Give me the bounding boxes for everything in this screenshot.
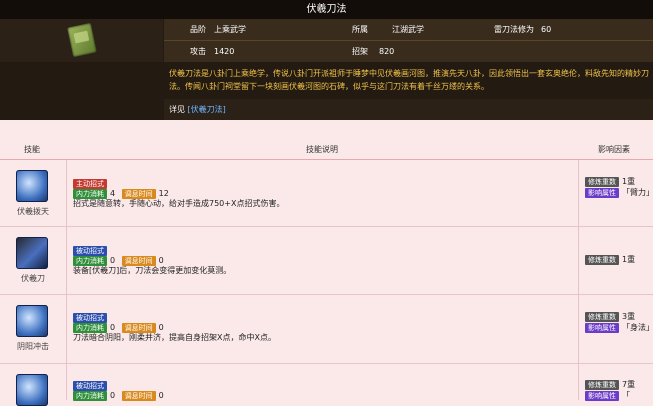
skill-icon-col: 伏羲刀 bbox=[0, 227, 67, 294]
skill-icon[interactable] bbox=[16, 237, 48, 269]
skill-name[interactable]: 阴阳冲击 bbox=[0, 341, 66, 352]
skill-header-panel: 伏羲刀法 品阶 上乘武学 所属 江湖武学 雷刀法修为 60 攻击 1420 招架… bbox=[0, 0, 653, 120]
skill-name[interactable]: 伏羲拨天 bbox=[0, 206, 66, 217]
skill-icon[interactable] bbox=[16, 374, 48, 406]
skill-desc-col: 被动招式 内力消耗 0 调息时间 0 装备[伏羲刀]后，刀法会变得更加变化莫测。 bbox=[67, 227, 577, 294]
factor-tag: 修炼重数 bbox=[585, 311, 619, 322]
cd-value: 0 bbox=[158, 323, 164, 332]
factor-value: 「身法」 bbox=[622, 323, 653, 332]
info-row-2: 攻击 1420 招架 820 bbox=[164, 41, 653, 62]
type-tag: 主动招式 bbox=[73, 178, 107, 189]
factor-value: 1重 bbox=[622, 177, 636, 186]
detail-row: 详见 [伏羲刀法] bbox=[164, 99, 653, 120]
skill-effect-text: 刀法暗合阴阳，刚柔并济，提高自身招架X点，命中X点。 bbox=[73, 333, 276, 342]
inner-tag: 内力消耗 bbox=[73, 390, 107, 401]
parry-value: 820 bbox=[379, 47, 395, 56]
detail-label: 详见 bbox=[169, 105, 185, 114]
school-label: 所属 bbox=[352, 25, 368, 34]
cd-value: 0 bbox=[158, 256, 164, 265]
skill-icon-col bbox=[0, 364, 67, 406]
inner-tag: 内力消耗 bbox=[73, 322, 107, 333]
factor-tag: 修炼重数 bbox=[585, 379, 619, 390]
skill-effect-text: 装备[伏羲刀]后，刀法会变得更加变化莫测。 bbox=[73, 266, 232, 275]
col-factor-header: 影响因素 bbox=[598, 145, 630, 154]
col-skill-header: 技能 bbox=[24, 145, 40, 154]
skill-name[interactable]: 伏羲刀 bbox=[0, 273, 66, 284]
table-row: 被动招式 内力消耗 0 调息时间 0 修炼重数 7重 影响属性「 bbox=[0, 364, 653, 406]
skill-book-icon bbox=[67, 22, 97, 58]
factor-value: 1重 bbox=[622, 255, 636, 264]
factor-value: 「 bbox=[622, 391, 630, 400]
factor-col: 修炼重数 3重 影响属性 「身法」 bbox=[578, 295, 653, 363]
factor-tag: 影响属性 bbox=[585, 390, 619, 401]
factor-col: 修炼重数 1重 bbox=[578, 227, 653, 294]
factor-value: 3重 bbox=[622, 312, 636, 321]
attack-label: 攻击 bbox=[190, 47, 206, 56]
skill-icon[interactable] bbox=[16, 305, 48, 337]
table-row: 伏羲刀 被动招式 内力消耗 0 调息时间 0 装备[伏羲刀]后，刀法会变得更加变化莫… bbox=[0, 227, 653, 295]
skill-desc-col: 主动招式 内力消耗 4 调息时间 12 招式是随意转，手随心动，给对手造成750+X… bbox=[67, 160, 577, 226]
skill-effect-text: 招式是随意转，手随心动，给对手造成750+X点招式伤害。 bbox=[73, 199, 285, 208]
cd-value: 12 bbox=[158, 189, 169, 198]
factor-col: 修炼重数 7重 影响属性「 bbox=[578, 364, 653, 401]
parry-label: 招架 bbox=[352, 47, 368, 56]
skill-desc-col: 被动招式 内力消耗 0 调息时间 0 刀法暗合阴阳，刚柔并济，提高自身招架X点，命中… bbox=[67, 295, 577, 363]
type-tag: 被动招式 bbox=[73, 380, 107, 391]
detail-link[interactable]: [伏羲刀法] bbox=[188, 105, 226, 114]
cd-tag: 调息时间 bbox=[121, 322, 156, 333]
factor-value: 「臂力」 bbox=[622, 188, 653, 197]
attack-value: 1420 bbox=[214, 47, 235, 56]
power-label: 雷刀法修为 bbox=[494, 25, 534, 34]
cd-value: 0 bbox=[158, 391, 164, 400]
power-value: 60 bbox=[541, 25, 552, 34]
table-row: 阴阳冲击 被动招式 内力消耗 0 调息时间 0 刀法暗合阴阳，刚柔并济，提高自身招架… bbox=[0, 295, 653, 364]
info-row-1: 品阶 上乘武学 所属 江湖武学 雷刀法修为 60 bbox=[164, 19, 653, 41]
inner-value: 0 bbox=[110, 256, 116, 265]
table-header: 技能 技能说明 影响因素 bbox=[0, 140, 653, 160]
factor-value: 7重 bbox=[622, 380, 636, 389]
factor-tag: 影响属性 bbox=[585, 322, 619, 333]
col-desc-header: 技能说明 bbox=[306, 145, 338, 154]
table-row: 伏羲拨天 主动招式 内力消耗 4 调息时间 12 招式是随意转，手随心动，给对手造成… bbox=[0, 160, 653, 227]
cd-tag: 调息时间 bbox=[121, 255, 156, 266]
inner-value: 0 bbox=[110, 391, 116, 400]
school-value: 江湖武学 bbox=[392, 25, 424, 34]
skill-info: 品阶 上乘武学 所属 江湖武学 雷刀法修为 60 攻击 1420 招架 820 bbox=[164, 19, 653, 62]
inner-value: 4 bbox=[110, 189, 116, 198]
skill-icon-cell bbox=[0, 19, 163, 62]
type-tag: 被动招式 bbox=[73, 245, 107, 256]
type-tag: 被动招式 bbox=[73, 312, 107, 323]
inner-tag: 内力消耗 bbox=[73, 188, 107, 199]
skill-title: 伏羲刀法 bbox=[0, 0, 653, 19]
factor-tag: 影响属性 bbox=[585, 187, 619, 198]
skill-desc-col: 被动招式 内力消耗 0 调息时间 0 bbox=[67, 364, 577, 401]
cd-tag: 调息时间 bbox=[121, 390, 156, 401]
inner-value: 0 bbox=[110, 323, 116, 332]
factor-tag: 修炼重数 bbox=[585, 254, 619, 265]
skill-icon-col: 阴阳冲击 bbox=[0, 295, 67, 363]
skill-icon-col: 伏羲拨天 bbox=[0, 160, 67, 226]
factor-tag: 修炼重数 bbox=[585, 176, 619, 187]
grade-label: 品阶 bbox=[190, 25, 206, 34]
skill-icon[interactable] bbox=[16, 170, 48, 202]
factor-col: 修炼重数 1重 影响属性 「臂力」 bbox=[578, 160, 653, 226]
cd-tag: 调息时间 bbox=[121, 188, 156, 199]
inner-tag: 内力消耗 bbox=[73, 255, 107, 266]
grade-value: 上乘武学 bbox=[214, 25, 246, 34]
skill-description: 伏羲刀法是八卦门上乘绝学，传说八卦门开派祖师于睡梦中见伏羲画河图，推演先天八卦，… bbox=[169, 69, 649, 91]
